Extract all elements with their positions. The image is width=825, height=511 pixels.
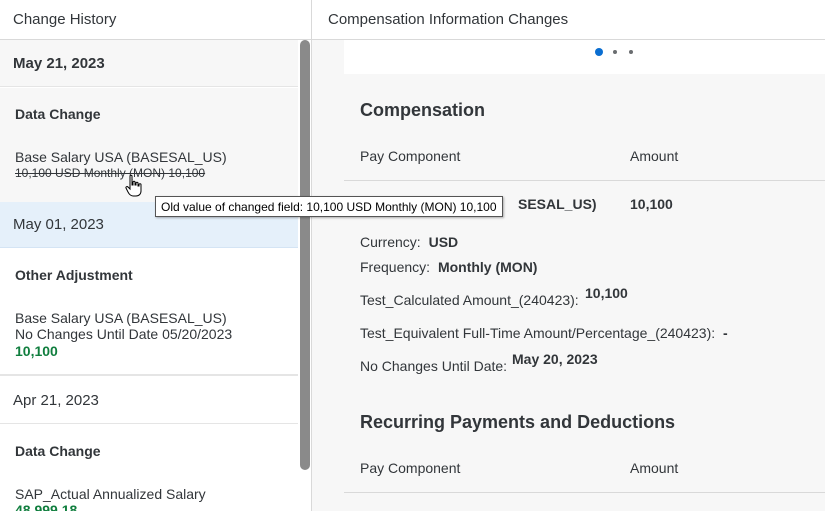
currency-value: USD: [428, 234, 459, 250]
change-history-list: May 21, 2023 Data Change Base Salary USA…: [0, 40, 300, 511]
list-item-other-adjustment[interactable]: Other Adjustment Base Salary USA (BASESA…: [0, 249, 298, 376]
divider: [344, 492, 825, 493]
list-item-data-change-2[interactable]: Data Change SAP_Actual Annualized Salary…: [0, 425, 298, 511]
item-no-changes-date: No Changes Until Date 05/20/2023: [15, 326, 233, 342]
amount-value: 10,100: [630, 196, 673, 212]
item-title: Data Change: [15, 443, 101, 459]
change-history-title: Change History: [0, 0, 312, 40]
carousel-dot[interactable]: [629, 50, 633, 54]
compensation-changes-panel: Compensation Information Changes Compens…: [312, 0, 825, 511]
col-pay-component: Pay Component: [360, 148, 461, 164]
carousel-dot-active[interactable]: [595, 48, 603, 56]
hand-cursor-icon: [125, 174, 142, 197]
col-amount: Amount: [630, 460, 679, 476]
list-scrollbar[interactable]: [300, 40, 310, 470]
recurring-section-title: Recurring Payments and Deductions: [360, 412, 676, 432]
item-value: 10,100: [15, 343, 58, 359]
item-title: Other Adjustment: [15, 267, 133, 283]
list-item-data-change-1[interactable]: Data Change Base Salary USA (BASESAL_US)…: [0, 88, 298, 212]
pay-component-value: SESAL_US): [518, 196, 597, 212]
item-value: 48,999.18: [15, 502, 78, 511]
frequency-value: Monthly (MON): [437, 259, 538, 275]
group-header-may-21[interactable]: May 21, 2023: [0, 40, 298, 87]
equivalent-fte-field: Test_Equivalent Full-Time Amount/Percent…: [360, 325, 728, 341]
group-header-apr-21[interactable]: Apr 21, 2023: [0, 377, 298, 424]
old-value-tooltip: Old value of changed field: 10,100 USD M…: [155, 196, 503, 217]
group-date: May 01, 2023: [13, 216, 104, 233]
col-pay-component: Pay Component: [360, 460, 461, 476]
divider: [344, 180, 825, 181]
group-date: May 21, 2023: [13, 54, 105, 72]
item-pay-component: Base Salary USA (BASESAL_US): [15, 310, 227, 326]
calculated-amount-label: Test_Calculated Amount_(240423):: [360, 292, 579, 308]
currency-label: Currency:: [360, 234, 421, 250]
compensation-changes-title: Compensation Information Changes: [312, 0, 825, 40]
frequency-label: Frequency:: [360, 259, 431, 275]
item-old-value: 10,100 USD Monthly (MON) 10,100: [15, 166, 206, 180]
no-changes-until-label: No Changes Until Date:: [360, 358, 508, 374]
no-changes-until-value: May 20, 2023: [512, 351, 598, 367]
group-date: Apr 21, 2023: [13, 391, 99, 409]
change-history-panel: Change History May 21, 2023 Data Change …: [0, 0, 312, 511]
item-pay-component: SAP_Actual Annualized Salary: [15, 486, 206, 502]
frequency-field: Frequency: Monthly (MON): [360, 259, 537, 275]
carousel-dot[interactable]: [613, 50, 617, 54]
compensation-section-title: Compensation: [360, 100, 486, 120]
item-title: Data Change: [15, 106, 101, 122]
calculated-amount-value: 10,100: [585, 285, 628, 301]
carousel-area: [344, 40, 825, 74]
equivalent-fte-value: -: [723, 325, 728, 341]
item-pay-component: Base Salary USA (BASESAL_US): [15, 149, 227, 165]
equivalent-fte-label: Test_Equivalent Full-Time Amount/Percent…: [360, 325, 716, 341]
col-amount: Amount: [630, 148, 679, 164]
currency-field: Currency: USD: [360, 234, 458, 250]
